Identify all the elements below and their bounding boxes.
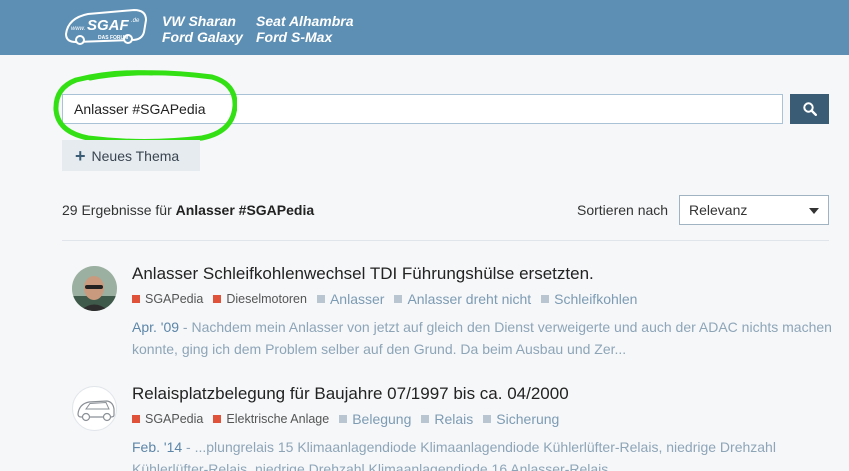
- logo-www-text: www.: [71, 26, 85, 32]
- keyword-tag[interactable]: Belegung: [339, 411, 411, 427]
- avatar[interactable]: [72, 266, 117, 311]
- keyword-square-icon: [316, 295, 325, 303]
- search-icon: [802, 102, 817, 116]
- avatar[interactable]: [72, 386, 117, 431]
- result-snippet-text: - ...plungrelais 15 Klimaanlagendiode Kl…: [132, 439, 776, 471]
- category-tag[interactable]: SGAPedia: [132, 412, 203, 426]
- new-topic-label: Neues Thema: [91, 147, 180, 164]
- keyword-tag[interactable]: Anlasser dreht nicht: [394, 291, 531, 307]
- keyword-tag-label: Anlasser: [329, 291, 385, 307]
- search-input[interactable]: [63, 95, 782, 123]
- keyword-square-icon: [394, 295, 403, 303]
- car-avatar-icon: [77, 400, 115, 422]
- results-count-text: 29 Ergebnisse für: [62, 202, 172, 218]
- keyword-square-icon: [483, 415, 492, 423]
- category-tag-label: Dieselmotoren: [226, 292, 307, 306]
- category-tag-label: SGAPedia: [145, 292, 204, 306]
- result-snippet: Apr. '09 - Nachdem mein Anlasser von jet…: [132, 316, 832, 360]
- search-button[interactable]: [790, 94, 829, 124]
- chevron-down-icon: [809, 208, 819, 214]
- keyword-square-icon: [339, 415, 348, 423]
- result-date: Feb. '14: [132, 439, 183, 455]
- new-topic-button[interactable]: + Neues Thema: [62, 140, 200, 171]
- category-square-icon: [213, 295, 222, 303]
- brand-list-2: Seat Alhambra Ford S-Max: [256, 13, 354, 45]
- sgaf-logo[interactable]: www. SGAF .de DAS FORUM: [62, 6, 150, 48]
- category-tag[interactable]: Elektrische Anlage: [213, 412, 329, 426]
- plus-icon: +: [75, 145, 86, 166]
- result-date: Apr. '09: [132, 319, 180, 335]
- category-tag-label: Elektrische Anlage: [226, 412, 330, 426]
- keyword-tag[interactable]: Sicherung: [483, 411, 559, 427]
- brand-ford-s-max[interactable]: Ford S-Max: [256, 29, 354, 45]
- category-square-icon: [132, 295, 140, 303]
- divider: [62, 240, 829, 241]
- logo-forum-text: DAS FORUM: [98, 35, 128, 41]
- category-tag[interactable]: Dieselmotoren: [213, 292, 307, 306]
- brand-seat-alhambra[interactable]: Seat Alhambra: [256, 13, 354, 29]
- keyword-tag-label: Anlasser dreht nicht: [407, 291, 532, 307]
- category-square-icon: [213, 415, 222, 423]
- keyword-tag[interactable]: Relais: [421, 411, 473, 427]
- sort-label: Sortieren nach: [577, 202, 669, 218]
- result-tags: SGAPedia Elektrische Anlage Belegung Rel…: [132, 411, 569, 427]
- keyword-tag-label: Relais: [434, 411, 474, 427]
- brand-vw-sharan[interactable]: VW Sharan: [162, 13, 243, 29]
- brand-list-1: VW Sharan Ford Galaxy: [162, 13, 243, 45]
- keyword-square-icon: [541, 295, 550, 303]
- logo-sgaf-text: SGAF: [87, 17, 130, 34]
- keyword-square-icon: [421, 415, 430, 423]
- results-summary: 29 Ergebnisse für Anlasser #SGAPedia: [62, 202, 314, 218]
- keyword-tag[interactable]: Schleifkohlen: [541, 291, 637, 307]
- logo-de-text: .de: [131, 18, 140, 24]
- site-header: www. SGAF .de DAS FORUM VW Sharan Ford G…: [0, 0, 849, 55]
- category-square-icon: [132, 415, 140, 423]
- keyword-tag-label: Schleifkohlen: [554, 291, 638, 307]
- brand-ford-galaxy[interactable]: Ford Galaxy: [162, 29, 243, 45]
- sort-selected-value: Relevanz: [689, 202, 748, 218]
- result-title[interactable]: Anlasser Schleifkohlenwechsel TDI Führun…: [132, 264, 594, 284]
- results-query: Anlasser #SGAPedia: [175, 202, 315, 218]
- result-tags: SGAPedia Dieselmotoren Anlasser Anlasser…: [132, 291, 647, 307]
- keyword-tag-label: Belegung: [352, 411, 412, 427]
- category-tag-label: SGAPedia: [145, 412, 204, 426]
- user-avatar-icon: [72, 266, 117, 311]
- sort-select[interactable]: Relevanz: [679, 195, 829, 225]
- keyword-tag-label: Sicherung: [496, 411, 560, 427]
- keyword-tag[interactable]: Anlasser: [316, 291, 385, 307]
- search-box: [62, 94, 783, 124]
- result-title[interactable]: Relaisplatzbelegung für Baujahre 07/1997…: [132, 384, 569, 404]
- category-tag[interactable]: SGAPedia: [132, 292, 203, 306]
- result-snippet: Feb. '14 - ...plungrelais 15 Klimaanlage…: [132, 436, 832, 471]
- result-snippet-text: - Nachdem mein Anlasser von jetzt auf gl…: [132, 319, 832, 357]
